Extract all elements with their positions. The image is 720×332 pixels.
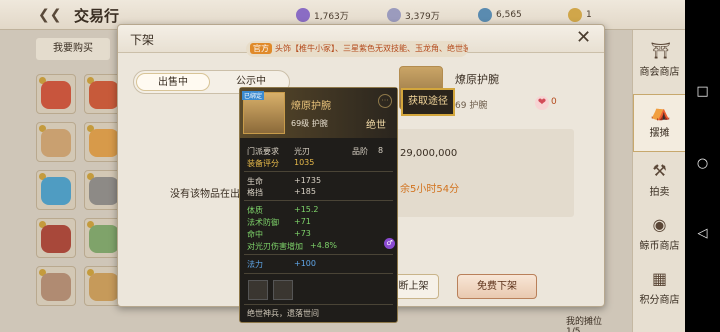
stat-label: 装备评分 — [247, 159, 279, 168]
divider — [244, 273, 393, 274]
stat-label: 法力 — [247, 260, 263, 269]
price-panel — [388, 129, 574, 217]
tooltip-item-name: 燎原护腕 — [291, 101, 331, 112]
stat-value: +71 — [294, 217, 311, 226]
tooltip-level-slot: 69级 护腕 — [291, 119, 328, 128]
nav-item-shop[interactable]: ⛩ 商会商店 — [633, 34, 686, 92]
stat-label: 生命 — [247, 177, 263, 186]
currency-purple: 1,763万 — [296, 7, 349, 23]
stat-value: +73 — [294, 229, 311, 238]
home-icon[interactable]: ○ — [685, 156, 720, 171]
tooltip-grade: 绝世 — [366, 120, 386, 131]
recent-apps-icon[interactable]: □ — [685, 84, 720, 99]
item-subtitle: 69 护腕 — [455, 101, 488, 111]
coin-shop-icon: ◉ — [652, 215, 667, 234]
item-name: 燎原护腕 — [455, 73, 499, 86]
stat-value: +1735 — [294, 176, 322, 185]
nav-item-coin-shop[interactable]: ◉ 鲸币商店 — [633, 208, 686, 266]
stat-label: 门派要求 — [247, 147, 279, 156]
silver-coin-icon — [387, 8, 401, 22]
official-tag: 官方 — [250, 43, 272, 54]
item-tooltip: 已绑定 燎原护腕 69级 护腕 绝世 ··· 门派要求 光刃 品阶 8 装备评分… — [239, 87, 398, 323]
nav-item-auction[interactable]: ⚒ 拍卖 — [633, 154, 686, 212]
market-slot[interactable] — [36, 218, 76, 258]
system-nav-bar: □ ○ ◁ — [685, 0, 720, 332]
buy-header[interactable]: 我要购买 — [36, 38, 110, 60]
market-slot[interactable] — [36, 74, 76, 114]
tab-on-sale[interactable]: 出售中 — [136, 73, 210, 91]
divider — [244, 171, 393, 172]
auction-icon: ⚒ — [652, 161, 667, 180]
stat-label: 格挡 — [247, 188, 263, 197]
page-title: 交易行 — [74, 7, 120, 25]
blue-orb-icon — [478, 8, 492, 22]
price-value: 29,000,000 — [400, 148, 458, 159]
dialog-title: 下架 — [130, 33, 155, 47]
stat-label: 对光刃伤害增加 — [247, 242, 303, 251]
back-arrow-icon[interactable]: ❮❮ — [38, 7, 61, 23]
purple-gem-icon: ♂ — [384, 238, 395, 249]
nav-item-points-shop[interactable]: ▦ 积分商店 — [633, 262, 686, 320]
gem-socket-icon — [273, 280, 293, 300]
more-icon[interactable]: ··· — [378, 94, 392, 108]
close-icon[interactable]: ✕ — [576, 27, 591, 48]
heart-icon[interactable]: ❤ — [535, 96, 549, 110]
bound-badge: 已绑定 — [242, 91, 265, 100]
market-slot[interactable] — [36, 266, 76, 306]
favorite-count: 0 — [551, 97, 557, 107]
stat-value: 光刃 — [294, 147, 310, 156]
purple-gem-icon — [296, 8, 310, 22]
marquee-text: 头饰【椎牛小冢】、三星紫色无双技能、玉龙角、绝世装 — [275, 44, 468, 53]
stall-icon: ⛺ — [650, 102, 671, 121]
gem-socket-icon — [248, 280, 268, 300]
currency-silver: 3,379万 — [387, 7, 440, 23]
free-unlist-button[interactable]: 免费下架 — [457, 274, 537, 299]
right-nav: ⛩ 商会商店 ⛺ 摆摊 ⚒ 拍卖 ◉ 鲸币商店 ▦ 积分商店 — [632, 30, 686, 332]
nav-label: 拍卖 — [649, 187, 670, 198]
currency-value: 3,379万 — [405, 11, 440, 22]
back-icon[interactable]: ◁ — [685, 226, 720, 241]
stat-label: 品阶 — [352, 147, 368, 156]
get-source-button[interactable]: 获取途径 — [401, 88, 455, 116]
divider — [244, 200, 393, 201]
nav-item-stall[interactable]: ⛺ 摆摊 — [633, 94, 686, 152]
currency-value: 6,565 — [496, 10, 522, 20]
nav-label: 积分商店 — [639, 295, 680, 306]
nav-label: 鲸币商店 — [639, 241, 680, 252]
nav-label: 摆摊 — [649, 128, 670, 139]
stat-value: +15.2 — [294, 205, 319, 214]
shop-icon: ⛩ — [650, 41, 671, 60]
market-slot[interactable] — [36, 122, 76, 162]
divider — [244, 304, 393, 305]
stat-value: +100 — [294, 259, 316, 268]
stat-label: 命中 — [247, 230, 263, 239]
currency-value: 1 — [586, 10, 592, 20]
stat-label: 法术防御 — [247, 218, 279, 227]
stat-value: 8 — [378, 146, 384, 155]
stat-value: 1035 — [294, 158, 315, 167]
gold-coin-icon — [568, 8, 582, 22]
market-slot[interactable] — [36, 170, 76, 210]
points-shop-icon: ▦ — [651, 269, 668, 288]
booth-count: 我的摊位 1/5 — [566, 317, 603, 332]
tooltip-flavor-text: 绝世神兵，遗落世间 — [247, 309, 319, 318]
currency-blue: 6,565 — [478, 7, 522, 23]
stat-value: +185 — [294, 187, 316, 196]
currency-value: 1,763万 — [314, 11, 349, 22]
announcement-marquee: 官方 头饰【椎牛小冢】、三星紫色无双技能、玉龙角、绝世装 — [246, 41, 468, 57]
currency-gold: 1 — [568, 7, 592, 23]
remaining-time: 余5小时54分 — [400, 184, 460, 195]
divider — [244, 254, 393, 255]
empty-message: 没有该物品在出 — [170, 189, 240, 200]
stat-label: 体质 — [247, 206, 263, 215]
stat-value: +4.8% — [310, 241, 338, 250]
nav-label: 商会商店 — [639, 67, 680, 78]
